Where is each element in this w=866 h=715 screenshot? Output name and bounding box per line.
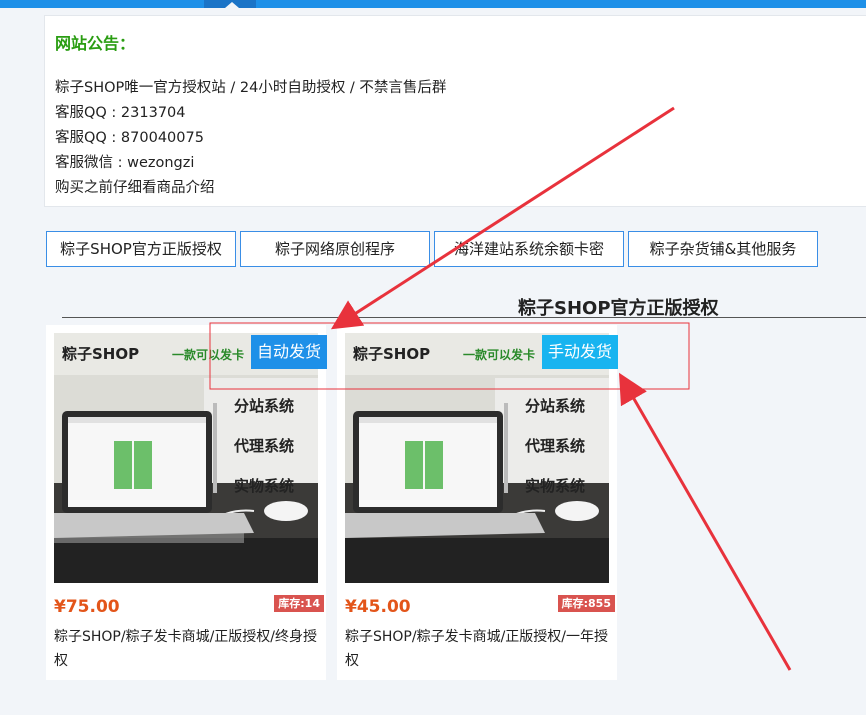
announcement-body: 粽子SHOP唯一官方授权站 / 24小时自助授权 / 不禁言售后群 客服QQ :… (55, 76, 446, 201)
announcement-line: 客服微信 : wezongzi (55, 155, 195, 171)
product-image[interactable]: 粽子SHOP 一款可以发卡 分站系统 代理系统 实物系统 (54, 333, 318, 583)
tab-other-services[interactable]: 粽子杂货铺&其他服务 (628, 231, 818, 267)
feature-text: 分站系统 (525, 397, 585, 415)
product-name[interactable]: 粽子SHOP/粽子发卡商城/正版授权/一年授权 (345, 625, 615, 673)
announcement-panel: 网站公告： 粽子SHOP唯一官方授权站 / 24小时自助授权 / 不禁言售后群 … (44, 15, 866, 207)
announcement-title: 网站公告： (55, 34, 136, 53)
tab-official-license[interactable]: 粽子SHOP官方正版授权 (46, 231, 236, 267)
top-nav-bar (0, 0, 866, 8)
arrow-to-manual-badge (619, 372, 792, 671)
feature-text: 实物系统 (234, 477, 294, 495)
announcement-line: 客服QQ : 870040075 (55, 130, 204, 146)
section-divider (62, 317, 866, 318)
active-caret-icon (225, 2, 239, 8)
product-price: ¥45.00 (345, 597, 411, 617)
announcement-line: 粽子SHOP唯一官方授权站 / 24小时自助授权 / 不禁言售后群 (55, 80, 447, 96)
product-image[interactable]: 粽子SHOP 一款可以发卡 分站系统 代理系统 实物系统 (345, 333, 609, 583)
announcement-line: 购买之前仔细看商品介绍 (55, 180, 215, 196)
banner-left-text: 粽子SHOP (353, 345, 430, 363)
tab-original-programs[interactable]: 粽子网络原创程序 (240, 231, 430, 267)
product-card[interactable]: 粽子SHOP 一款可以发卡 分站系统 代理系统 实物系统 手动发货 ¥45.00… (337, 325, 619, 680)
auto-delivery-badge: 自动发货 (251, 335, 328, 369)
manual-delivery-badge: 手动发货 (542, 335, 619, 369)
tab-ocean-cards[interactable]: 海洋建站系统余额卡密 (434, 231, 624, 267)
product-name[interactable]: 粽子SHOP/粽子发卡商城/正版授权/终身授权 (54, 625, 324, 673)
banner-left-text: 粽子SHOP (62, 345, 139, 363)
feature-text: 代理系统 (233, 437, 294, 455)
banner-right-text: 一款可以发卡 (172, 347, 244, 362)
banner-right-text: 一款可以发卡 (463, 347, 535, 362)
stock-badge: 库存:14 (274, 595, 324, 612)
feature-text: 分站系统 (234, 397, 294, 415)
page: 网站公告： 粽子SHOP唯一官方授权站 / 24小时自助授权 / 不禁言售后群 … (0, 0, 866, 715)
product-price: ¥75.00 (54, 597, 120, 617)
announcement-line: 客服QQ : 2313704 (55, 105, 186, 121)
feature-text: 代理系统 (524, 437, 585, 455)
product-card[interactable]: 粽子SHOP 一款可以发卡 分站系统 代理系统 实物系统 自动发货 ¥75.00… (46, 325, 328, 680)
feature-text: 实物系统 (525, 477, 585, 495)
stock-badge: 库存:855 (557, 595, 615, 612)
